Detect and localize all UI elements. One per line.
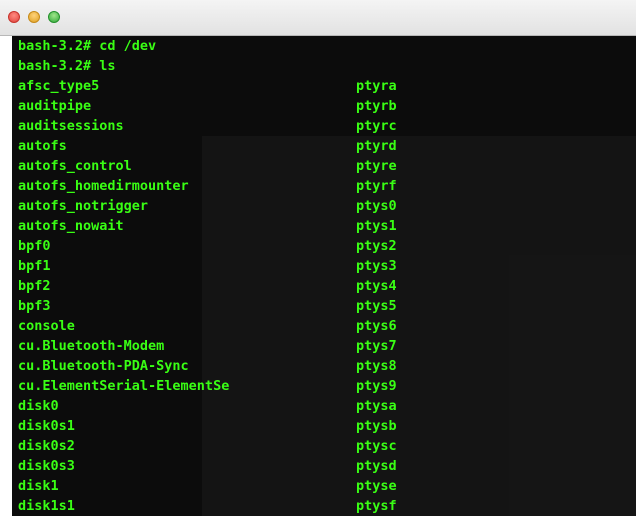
listing-entry-right: ptyrf [356,178,397,194]
listing-row: autofs_notrigger ptys0 [12,196,636,216]
listing-entry-right: ptyre [356,158,397,174]
listing-entry-left: autofs_notrigger [18,198,149,214]
listing-entry-left: disk0s3 [18,458,75,474]
terminal-output[interactable]: bash-3.2# cd /dev bash-3.2# ls afsc_type… [12,36,636,516]
listing-row: bpf3 ptys5 [12,296,636,316]
listing-entry-left: disk1s1 [18,498,75,514]
listing-row: autofs_homedirmounter ptyrf [12,176,636,196]
listing-entry-left: bpf3 [18,298,51,314]
listing-row: autofs_control ptyre [12,156,636,176]
listing-entry-left: cu.Bluetooth-Modem [18,338,165,354]
title-bar[interactable] [0,0,636,36]
listing-row: disk0s1 ptysb [12,416,636,436]
minimize-window-icon[interactable] [28,11,40,23]
listing-entry-left: disk0s2 [18,438,75,454]
listing-row: auditsessions ptyrc [12,116,636,136]
listing-entry-right: ptys2 [356,238,397,254]
listing-row: disk1 ptyse [12,476,636,496]
listing-row: auditpipe ptyrb [12,96,636,116]
listing-row: cu.Bluetooth-PDA-Sync ptys8 [12,356,636,376]
listing-entry-right: ptys3 [356,258,397,274]
listing-row: bpf2 ptys4 [12,276,636,296]
listing-entry-left: auditsessions [18,118,124,134]
listing-entry-left: afsc_type5 [18,78,100,94]
listing-row: autofs_nowait ptys1 [12,216,636,236]
listing-entry-right: ptys4 [356,278,397,294]
listing-row: cu.Bluetooth-Modem ptys7 [12,336,636,356]
listing-row: bpf1 ptys3 [12,256,636,276]
listing-row: autofs ptyrd [12,136,636,156]
listing-entry-left: autofs [18,138,67,154]
listing-entry-right: ptysf [356,498,397,514]
listing-row: disk1s1 ptysf [12,496,636,516]
listing-entry-left: autofs_homedirmounter [18,178,189,194]
listing-entry-right: ptys9 [356,378,397,394]
listing-entry-right: ptys0 [356,198,397,214]
listing-entry-right: ptyrd [356,138,397,154]
listing-row: console ptys6 [12,316,636,336]
listing-entry-left: bpf1 [18,258,51,274]
listing-entry-right: ptys1 [356,218,397,234]
listing-entry-right: ptyra [356,78,397,94]
listing-entry-right: ptyse [356,478,397,494]
listing-entry-right: ptys7 [356,338,397,354]
listing-entry-left: disk1 [18,478,59,494]
listing-entry-right: ptys6 [356,318,397,334]
listing-entry-left: bpf2 [18,278,51,294]
listing-row: bpf0 ptys2 [12,236,636,256]
listing-entry-left: cu.Bluetooth-PDA-Sync [18,358,189,374]
zoom-window-icon[interactable] [48,11,60,23]
listing-entry-right: ptyrb [356,98,397,114]
listing-entry-left: disk0 [18,398,59,414]
listing-row: disk0 ptysa [12,396,636,416]
listing-entry-left: console [18,318,75,334]
listing-entry-right: ptysd [356,458,397,474]
listing-entry-left: disk0s1 [18,418,75,434]
listing-entry-left: autofs_control [18,158,132,174]
terminal-window: bash-3.2# cd /dev bash-3.2# ls afsc_type… [0,0,636,516]
listing-entry-left: bpf0 [18,238,51,254]
listing-row: cu.ElementSerial-ElementSe ptys9 [12,376,636,396]
listing-entry-right: ptys5 [356,298,397,314]
listing-row: disk0s3 ptysd [12,456,636,476]
listing-entry-left: autofs_nowait [18,218,124,234]
listing-row: disk0s2 ptysc [12,436,636,456]
listing-entry-right: ptyrc [356,118,397,134]
listing-entry-right: ptys8 [356,358,397,374]
listing-row: afsc_type5 ptyra [12,76,636,96]
listing-entry-right: ptysa [356,398,397,414]
listing-entry-left: auditpipe [18,98,92,114]
prompt-line: bash-3.2# cd /dev [18,38,157,54]
listing-entry-left: cu.ElementSerial-ElementSe [18,378,230,394]
listing-entry-right: ptysc [356,438,397,454]
listing-entry-right: ptysb [356,418,397,434]
prompt-line: bash-3.2# ls [18,58,116,74]
close-window-icon[interactable] [8,11,20,23]
